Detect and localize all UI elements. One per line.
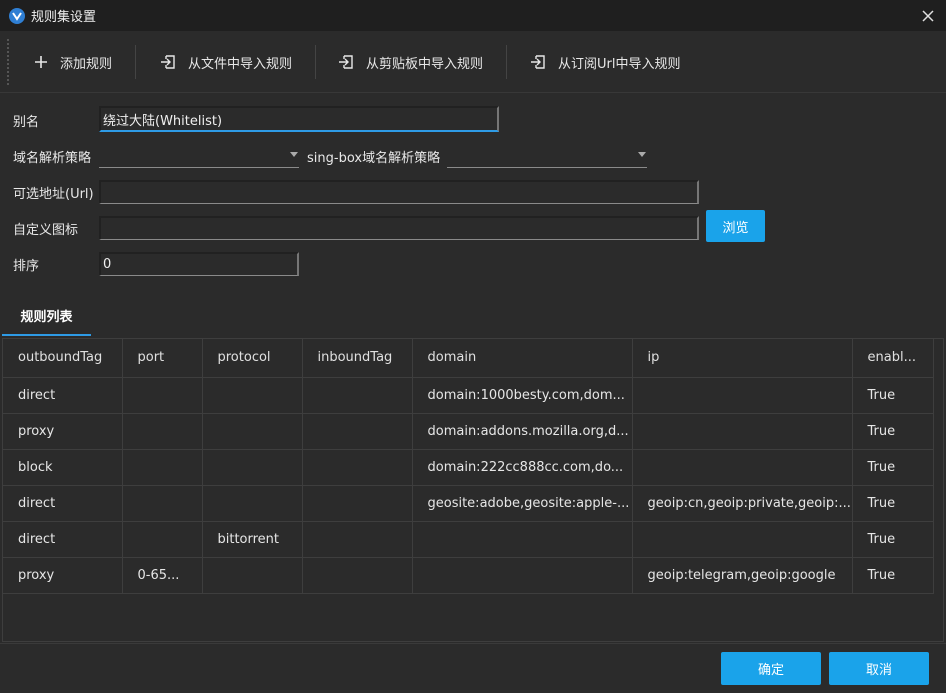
table-row[interactable]: direct bittorrent True <box>3 521 934 558</box>
app-logo-icon <box>9 7 25 24</box>
import-url-label: 从订阅Url中导入规则 <box>558 56 681 72</box>
table-cell: direct <box>3 377 123 414</box>
domain-strategy-select[interactable] <box>99 144 299 168</box>
close-icon[interactable] <box>918 6 938 26</box>
table-row[interactable]: direct domain:1000besty.com,dom... True <box>3 377 934 414</box>
url-input[interactable] <box>99 180 699 204</box>
table-cell <box>122 413 203 450</box>
table-cell <box>122 485 203 522</box>
table-cell: bittorrent <box>202 521 303 558</box>
table-cell <box>302 377 413 414</box>
domain-strategy-label: 域名解析策略 <box>13 151 92 166</box>
toolbar-grip[interactable] <box>7 39 9 85</box>
column-header-enabled[interactable]: enabl... <box>852 339 934 378</box>
custom-icon-label: 自定义图标 <box>13 223 79 238</box>
table-cell <box>302 449 413 486</box>
column-header-domain[interactable]: domain <box>412 339 633 378</box>
table-cell: proxy <box>3 557 123 594</box>
table-cell <box>302 485 413 522</box>
table-cell: True <box>852 557 934 594</box>
plus-icon <box>35 56 47 68</box>
table-cell: True <box>852 413 934 450</box>
column-header-ip[interactable]: ip <box>632 339 853 378</box>
table-cell <box>302 413 413 450</box>
table-cell: geosite:adobe,geosite:apple-... <box>412 485 633 522</box>
table-cell <box>122 521 203 558</box>
table-cell: True <box>852 449 934 486</box>
sort-label: 排序 <box>13 259 40 274</box>
table-row[interactable]: block domain:222cc888cc.com,do... True <box>3 449 934 486</box>
toolbar-divider <box>506 45 507 79</box>
toolbar: 添加规则 从文件中导入规则 从剪贴板中导入规则 从订阅Url中导入规则 <box>0 31 946 93</box>
table-cell <box>202 449 303 486</box>
custom-icon-input[interactable] <box>99 216 699 240</box>
column-header-outboundtag[interactable]: outboundTag <box>3 339 123 378</box>
table-cell <box>302 557 413 594</box>
import-file-button[interactable]: 从文件中导入规则 <box>160 45 292 79</box>
table-cell <box>202 413 303 450</box>
title-bar: 规则集设置 <box>0 0 946 31</box>
table-header-row: outboundTag port protocol inboundTag dom… <box>3 339 934 378</box>
rules-table: outboundTag port protocol inboundTag dom… <box>2 338 944 642</box>
table-cell: domain:222cc888cc.com,do... <box>412 449 633 486</box>
column-header-port[interactable]: port <box>122 339 203 378</box>
chevron-down-icon[interactable] <box>290 152 298 157</box>
import-clipboard-label: 从剪贴板中导入规则 <box>366 56 484 72</box>
table-cell: block <box>3 449 123 486</box>
table-cell: proxy <box>3 413 123 450</box>
chevron-down-icon[interactable] <box>638 152 646 157</box>
column-header-protocol[interactable]: protocol <box>202 339 303 378</box>
table-cell: geoip:cn,geoip:private,geoip:... <box>632 485 853 522</box>
import-clipboard-button[interactable]: 从剪贴板中导入规则 <box>338 45 483 79</box>
table-cell <box>202 377 303 414</box>
table-cell: True <box>852 485 934 522</box>
tab-rules-list[interactable]: 规则列表 <box>2 296 91 336</box>
footer-divider <box>0 643 946 644</box>
table-cell: direct <box>3 521 123 558</box>
toolbar-divider <box>135 45 136 79</box>
import-icon <box>531 55 545 69</box>
table-row[interactable]: direct geosite:adobe,geosite:apple-... g… <box>3 485 934 522</box>
alias-input[interactable] <box>99 106 499 132</box>
column-header-inboundtag[interactable]: inboundTag <box>302 339 413 378</box>
browse-button[interactable]: 浏览 <box>706 210 765 242</box>
table-cell: domain:addons.mozilla.org,d... <box>412 413 633 450</box>
toolbar-divider <box>315 45 316 79</box>
table-cell: True <box>852 521 934 558</box>
import-file-label: 从文件中导入规则 <box>188 56 293 72</box>
table-cell: 0-65... <box>122 557 203 594</box>
table-cell <box>122 449 203 486</box>
import-icon <box>161 55 175 69</box>
table-cell: direct <box>3 485 123 522</box>
table-cell <box>632 521 853 558</box>
table-cell: True <box>852 377 934 414</box>
sort-input[interactable] <box>99 252 299 276</box>
table-cell <box>632 449 853 486</box>
singbox-strategy-select[interactable] <box>447 144 647 168</box>
table-cell <box>302 521 413 558</box>
cancel-button[interactable]: 取消 <box>829 652 929 685</box>
table-row[interactable]: proxy 0-65... geoip:telegram,geoip:googl… <box>3 557 934 594</box>
import-url-button[interactable]: 从订阅Url中导入规则 <box>530 45 680 79</box>
ok-button[interactable]: 确定 <box>721 652 821 685</box>
import-icon <box>339 55 353 69</box>
table-cell <box>632 413 853 450</box>
table-cell <box>412 521 633 558</box>
singbox-strategy-label: sing-box域名解析策略 <box>307 151 441 166</box>
table-cell: domain:1000besty.com,dom... <box>412 377 633 414</box>
alias-label: 别名 <box>13 115 40 130</box>
table-cell <box>632 377 853 414</box>
table-cell <box>202 485 303 522</box>
table-cell <box>202 557 303 594</box>
url-label: 可选地址(Url) <box>13 187 94 202</box>
table-cell <box>412 557 633 594</box>
add-rule-button[interactable]: 添加规则 <box>34 45 112 79</box>
table-cell <box>122 377 203 414</box>
add-rule-label: 添加规则 <box>60 56 113 72</box>
window-title: 规则集设置 <box>31 10 97 25</box>
table-cell: geoip:telegram,geoip:google <box>632 557 853 594</box>
table-row[interactable]: proxy domain:addons.mozilla.org,d... Tru… <box>3 413 934 450</box>
